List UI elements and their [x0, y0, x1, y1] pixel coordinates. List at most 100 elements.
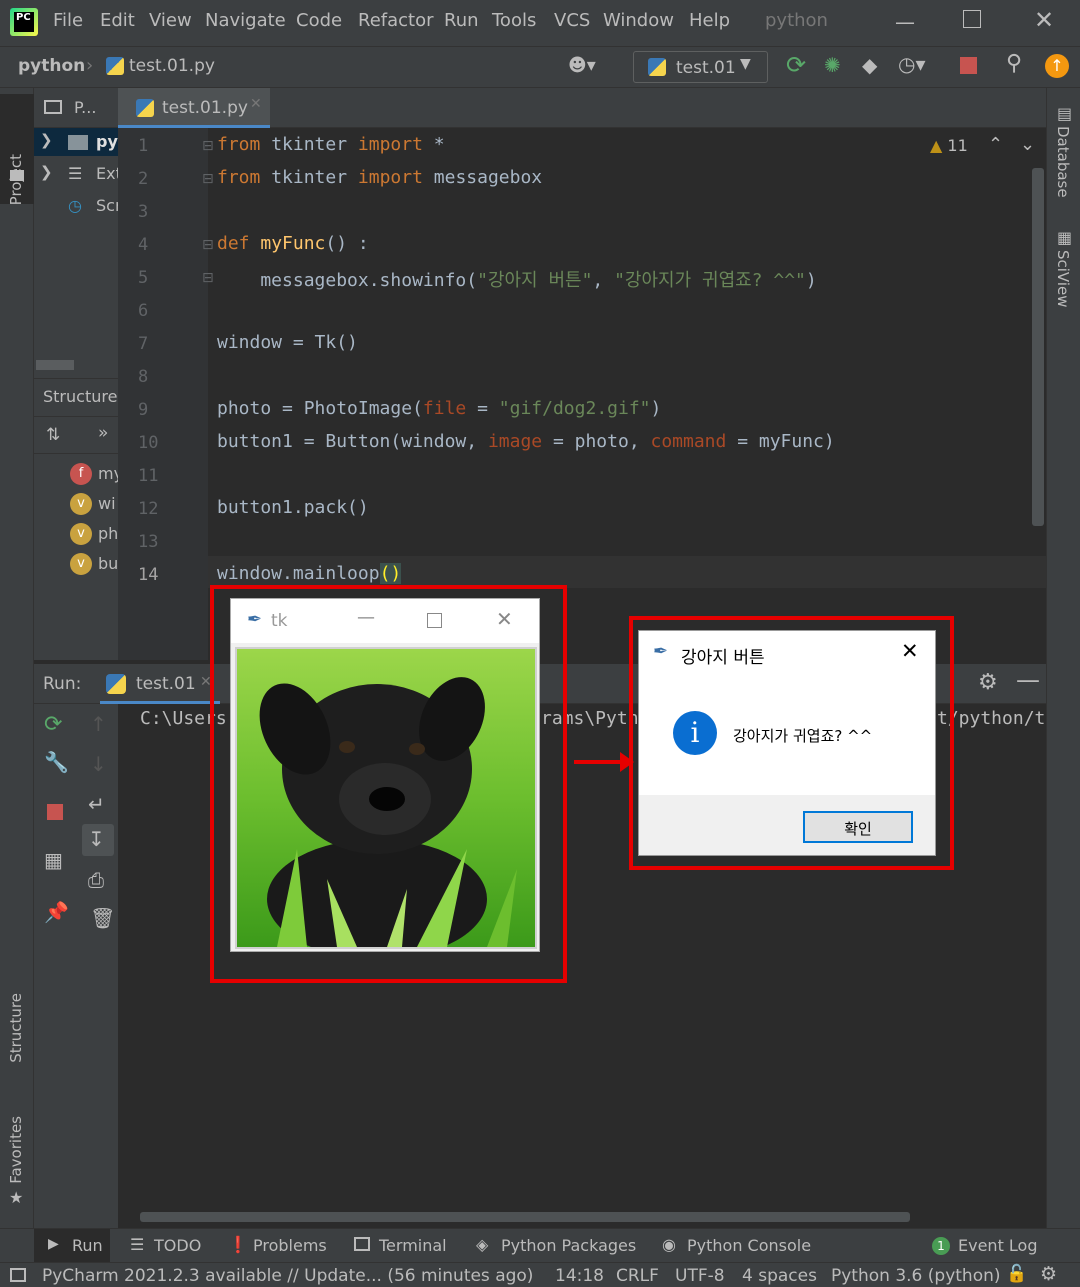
chevron-up-icon[interactable]: ⌃	[988, 134, 1003, 155]
horizontal-scrollbar[interactable]	[36, 360, 74, 370]
lock-icon[interactable]: 🔓	[1006, 1264, 1027, 1284]
menu-vcs[interactable]: VCS	[554, 10, 590, 31]
menu-edit[interactable]: Edit	[100, 10, 135, 31]
maximize-icon[interactable]	[427, 613, 442, 628]
close-icon[interactable]: ✕	[496, 607, 513, 631]
fold-icon[interactable]: ⊟	[202, 138, 214, 154]
function-badge-icon: f	[70, 463, 92, 485]
tab-todo[interactable]: TODO	[154, 1236, 201, 1255]
minimize-icon[interactable]: —	[357, 607, 375, 628]
arrow-up-icon[interactable]: ↑	[90, 712, 107, 736]
print-icon[interactable]: ⎙	[88, 868, 104, 892]
minimize-icon[interactable]: —	[895, 10, 915, 34]
project-tool-button[interactable]: Project	[0, 94, 34, 205]
maximize-icon[interactable]	[963, 10, 981, 28]
tab-close-icon[interactable]: ✕	[250, 96, 262, 112]
ok-button[interactable]: 확인	[803, 811, 913, 843]
update-icon[interactable]: ↑	[1045, 54, 1069, 78]
gear-icon[interactable]: ⚙	[978, 670, 998, 695]
tab-test01[interactable]: test.01.py ✕	[118, 88, 270, 128]
left-tool-stripe: Project Structure Favorites ★	[0, 88, 34, 1228]
pin-icon[interactable]: 📌	[44, 900, 69, 924]
warning-icon: ▲	[930, 136, 943, 155]
structure-panel: Structure ⇅ » f my v wi v ph v bu	[34, 378, 123, 660]
favorites-tool-button[interactable]: Favorites ★	[0, 1108, 34, 1218]
caret-position[interactable]: 14:18	[555, 1266, 604, 1286]
arrow-down-icon[interactable]: ↓	[90, 752, 107, 776]
debug-bug-icon[interactable]: ✺	[824, 53, 841, 77]
run-config-select[interactable]: test.01 ▼	[633, 51, 768, 83]
menu-help[interactable]: Help	[689, 10, 730, 31]
status-message[interactable]: PyCharm 2021.2.3 available // Update... …	[42, 1266, 533, 1286]
editor-scrollbar[interactable]	[1032, 168, 1044, 526]
sciview-stripe-label[interactable]: SciView	[1054, 250, 1072, 308]
layout-icon[interactable]: ▦	[44, 848, 63, 872]
line-number: 14	[138, 565, 159, 585]
ok-button-label: 확인	[844, 820, 872, 838]
indent-setting[interactable]: 4 spaces	[742, 1266, 817, 1286]
run-tab[interactable]: test.01 ✕	[100, 664, 220, 704]
structure-tool-button[interactable]: Structure	[0, 983, 34, 1093]
file-encoding[interactable]: UTF-8	[675, 1266, 725, 1286]
tab-run[interactable]: ▶ Run	[34, 1229, 110, 1263]
code-line-14: window.mainloop()	[217, 563, 402, 584]
dog-image-button[interactable]	[235, 647, 537, 959]
soft-wrap-icon[interactable]: ↵	[88, 792, 105, 816]
sciview-icon: ▦	[1057, 228, 1073, 247]
tab-terminal[interactable]: Terminal	[379, 1236, 447, 1255]
wrench-icon[interactable]: 🔧	[44, 750, 69, 774]
close-icon[interactable]: ✕	[1034, 6, 1054, 34]
problems-icon: ❗	[228, 1235, 248, 1254]
project-view-select[interactable]: P...	[74, 98, 96, 117]
coverage-icon[interactable]: ◆	[862, 53, 877, 77]
python-interpreter[interactable]: Python 3.6 (python)	[831, 1266, 1001, 1286]
sort-alpha-icon[interactable]: ⇅	[46, 425, 60, 445]
stop-icon[interactable]	[47, 804, 63, 820]
tab-event-log[interactable]: Event Log	[958, 1236, 1038, 1255]
menu-code[interactable]: Code	[296, 10, 342, 31]
close-icon[interactable]: ✕	[901, 639, 919, 663]
tree-item-external-libs[interactable]: ❯ ☰ Ext	[34, 160, 122, 188]
search-icon[interactable]: ⚲	[1006, 51, 1022, 76]
scroll-to-end-button[interactable]: ↧	[82, 824, 114, 856]
tab-problems[interactable]: Problems	[253, 1236, 327, 1255]
console-scrollbar[interactable]	[140, 1212, 910, 1222]
tab-python-console[interactable]: Python Console	[687, 1236, 811, 1255]
line-separator[interactable]: CRLF	[616, 1266, 659, 1286]
menu-refactor[interactable]: Refactor	[358, 10, 434, 31]
menu-window[interactable]: Window	[603, 10, 674, 31]
warnings-indicator[interactable]: ▲ 11	[930, 136, 968, 155]
line-number: 6	[138, 301, 149, 321]
inspection-icon[interactable]: ⚙	[1040, 1263, 1057, 1285]
menu-view[interactable]: View	[149, 10, 192, 31]
breadcrumb-file[interactable]: test.01.py	[129, 56, 215, 76]
python-file-icon	[106, 57, 124, 75]
dialog-title: 강아지 버튼	[681, 648, 765, 668]
tree-item-label: py	[96, 132, 118, 151]
line-number: 7	[138, 334, 149, 354]
rerun-icon[interactable]: ⟳	[44, 712, 62, 737]
more-icon[interactable]: »	[98, 423, 108, 443]
database-stripe-label[interactable]: Database	[1054, 126, 1072, 198]
menu-run[interactable]: Run	[444, 10, 479, 31]
breadcrumb-project[interactable]: python	[18, 56, 85, 76]
user-icon[interactable]: ☻▾	[568, 55, 596, 76]
menu-file[interactable]: File	[53, 10, 83, 31]
rerun-icon[interactable]: ⟳	[786, 51, 806, 79]
tree-item-scratches[interactable]: ◷ Scr	[34, 192, 122, 220]
panel-toggle-icon[interactable]	[10, 1268, 26, 1282]
menu-navigate[interactable]: Navigate	[205, 10, 286, 31]
stop-icon[interactable]	[960, 57, 977, 74]
fold-icon[interactable]: ⊟	[202, 171, 214, 187]
trash-icon[interactable]: 🗑	[90, 906, 115, 930]
menu-tools[interactable]: Tools	[492, 10, 536, 31]
project-panel: P... ❯ py ❯ ☰ Ext ◷ Scr	[34, 88, 122, 378]
chevron-down-icon[interactable]: ⌄	[1020, 134, 1035, 155]
tab-python-packages[interactable]: Python Packages	[501, 1236, 636, 1255]
fold-icon[interactable]: ⊟	[202, 237, 214, 253]
profile-icon[interactable]: ◷▾	[898, 52, 926, 76]
right-tool-stripe: ▤ Database ▦ SciView	[1046, 88, 1080, 1228]
minimize-panel-icon[interactable]: —	[1016, 666, 1040, 694]
fold-icon[interactable]: ⊟	[202, 270, 214, 286]
tree-item-project[interactable]: ❯ py	[34, 128, 118, 156]
